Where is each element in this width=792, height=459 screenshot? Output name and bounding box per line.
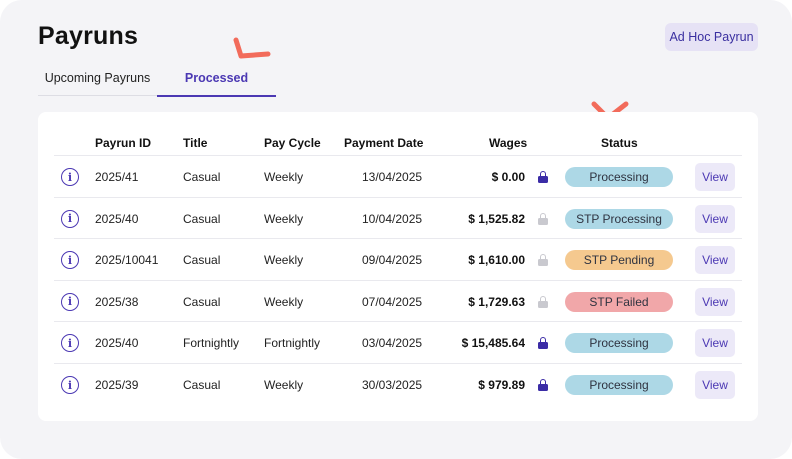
table-row: i 2025/40 Fortnightly Fortnightly 03/04/2025… [54, 321, 742, 363]
pay-cycle-cell: Weekly [264, 211, 304, 226]
check-mark-annotation-icon [233, 37, 271, 59]
status-badge: STP Pending [565, 250, 673, 271]
tab-bar: Upcoming Payruns Processed [38, 60, 276, 97]
pay-cycle-cell: Weekly [264, 294, 304, 309]
page-title: Payruns [38, 22, 139, 50]
column-header-payment-date: Payment Date [344, 136, 424, 150]
wages-cell: $ 1,525.82 [468, 211, 525, 226]
payment-date-cell: 10/04/2025 [362, 211, 423, 226]
wages-cell: $ 1,729.63 [468, 294, 525, 309]
view-button[interactable]: View [695, 287, 735, 316]
payrun-id-cell: 2025/41 [95, 170, 139, 184]
payment-date-cell: 30/03/2025 [362, 378, 423, 392]
view-button[interactable]: View [695, 163, 735, 191]
column-header-status: Status [601, 136, 638, 150]
view-button[interactable]: View [695, 329, 735, 358]
title-cell: Casual [183, 378, 221, 392]
status-badge: STP Processing [565, 208, 673, 229]
status-badge: Processing [565, 167, 673, 187]
column-header-pay-cycle: Pay Cycle [264, 136, 321, 150]
wages-cell: $ 1,610.00 [468, 253, 525, 268]
table-row: i 2025/40 Casual Weekly 10/04/2025 $ 1,525.82… [54, 196, 742, 239]
info-icon[interactable]: i [61, 376, 79, 394]
payrun-id-cell: 2025/39 [95, 378, 139, 392]
title-cell: Casual [183, 170, 221, 184]
column-header-wages: Wages [489, 136, 528, 150]
app-frame: Payruns Ad Hoc Payrun Upcoming Payruns P… [0, 0, 792, 459]
lock-icon [538, 171, 548, 183]
title-cell: Casual [183, 253, 221, 268]
wages-cell: $ 0.00 [491, 170, 525, 184]
payrun-id-cell: 2025/40 [95, 211, 139, 226]
lock-icon [538, 254, 548, 267]
table-row: i 2025/41 Casual Weekly 13/04/2025 $ 0.00 Proc… [54, 155, 742, 197]
info-icon[interactable]: i [61, 292, 79, 311]
info-icon[interactable]: i [61, 334, 79, 353]
payrun-id-cell: 2025/38 [95, 294, 139, 309]
title-cell: Fortnightly [183, 336, 240, 351]
lock-icon [538, 295, 548, 308]
pay-cycle-cell: Weekly [264, 253, 304, 268]
column-header-payrun-id: Payrun ID [95, 136, 152, 150]
info-icon[interactable]: i [61, 209, 79, 228]
lock-icon [538, 379, 548, 391]
payment-date-cell: 07/04/2025 [362, 294, 423, 309]
pay-cycle-cell: Fortnightly [264, 336, 321, 351]
payment-date-cell: 09/04/2025 [362, 253, 423, 268]
pay-cycle-cell: Weekly [264, 170, 304, 184]
wages-cell: $ 979.89 [478, 378, 525, 392]
pay-cycle-cell: Weekly [264, 378, 304, 392]
payment-date-cell: 13/04/2025 [362, 170, 423, 184]
view-button[interactable]: View [695, 204, 735, 233]
tab-processed[interactable]: Processed [157, 60, 276, 97]
info-icon[interactable]: i [61, 251, 79, 270]
table-row: i 2025/38 Casual Weekly 07/04/2025 $ 1,729.63… [54, 279, 742, 322]
payment-date-cell: 03/04/2025 [362, 336, 423, 351]
table-row: i 2025/39 Casual Weekly 30/03/2025 $ 979.89 Pr… [54, 363, 742, 405]
payruns-table: Payrun ID Title Pay Cycle Payment Date W… [38, 112, 758, 421]
payrun-id-cell: 2025/10041 [95, 253, 159, 268]
title-cell: Casual [183, 294, 221, 309]
title-cell: Casual [183, 211, 221, 226]
view-button[interactable]: View [695, 246, 735, 275]
ad-hoc-payrun-button[interactable]: Ad Hoc Payrun [665, 23, 758, 51]
tab-upcoming-payruns[interactable]: Upcoming Payruns [38, 60, 157, 96]
info-icon[interactable]: i [61, 168, 79, 186]
table-row: i 2025/10041 Casual Weekly 09/04/2025 $ 1,610… [54, 238, 742, 280]
status-badge: Processing [565, 375, 673, 395]
wages-cell: $ 15,485.64 [461, 336, 525, 351]
status-badge: Processing [565, 333, 673, 354]
column-header-title: Title [183, 136, 208, 150]
status-badge: STP Failed [565, 291, 673, 312]
view-button[interactable]: View [695, 371, 735, 399]
payrun-id-cell: 2025/40 [95, 336, 139, 351]
lock-icon [538, 212, 548, 225]
lock-icon [538, 337, 548, 350]
